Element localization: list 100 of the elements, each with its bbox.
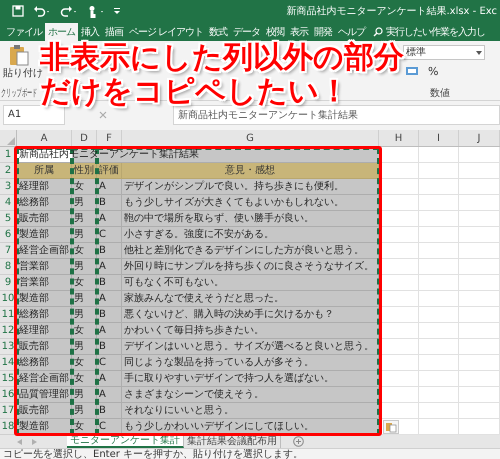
column-header[interactable]: I bbox=[419, 130, 459, 146]
table-cell: さまざまなシーンで使えそう。 bbox=[122, 387, 379, 403]
table-cell: B bbox=[97, 275, 122, 291]
ribbon-tab[interactable]: 表示 bbox=[287, 23, 312, 41]
empty-cell bbox=[419, 355, 459, 371]
table-cell: 経営企画部 bbox=[17, 371, 72, 387]
redo-icon[interactable] bbox=[60, 5, 78, 17]
table-cell: 女 bbox=[72, 355, 97, 371]
name-box[interactable]: A1 bbox=[3, 104, 65, 124]
table-cell: A bbox=[97, 211, 122, 227]
empty-cell bbox=[419, 275, 459, 291]
empty-cell bbox=[419, 195, 459, 211]
undo-icon[interactable] bbox=[33, 5, 51, 17]
ribbon-tab[interactable]: データ bbox=[230, 23, 264, 41]
table-cell: 男 bbox=[72, 307, 97, 323]
percent-button[interactable]: % bbox=[428, 64, 438, 80]
table-cell: 経理部 bbox=[17, 179, 72, 195]
table-cell: 営業部 bbox=[17, 275, 72, 291]
ribbon-tab[interactable]: ページ レイアウト bbox=[126, 23, 206, 41]
paste-icon[interactable] bbox=[8, 44, 30, 66]
status-message: コピー先を選択し、Enter キーを押すか、貼り付けを選択します。 bbox=[3, 450, 304, 459]
ribbon-tab[interactable]: 校閲 bbox=[263, 23, 288, 41]
empty-cell bbox=[459, 371, 500, 387]
empty-cell bbox=[419, 371, 459, 387]
table-cell: それなりにいいと思う。 bbox=[122, 403, 379, 419]
empty-cell bbox=[459, 195, 500, 211]
empty-cell bbox=[419, 259, 459, 275]
empty-cell bbox=[459, 291, 500, 307]
table-cell: 家族みんなで使えそうだと思った。 bbox=[122, 291, 379, 307]
table-cell: A bbox=[97, 259, 122, 275]
table-cell: 経理部 bbox=[17, 323, 72, 339]
empty-cell bbox=[419, 179, 459, 195]
table-cell: 販売部 bbox=[17, 339, 72, 355]
ribbon-tab[interactable]: 開発 bbox=[311, 23, 336, 41]
column-header[interactable]: G bbox=[122, 130, 379, 146]
ribbon-tab[interactable]: 挿入 bbox=[78, 23, 102, 41]
header-cell: 所属 bbox=[17, 163, 72, 179]
table-cell: 女 bbox=[72, 323, 97, 339]
header-cell: 評価 bbox=[97, 163, 122, 179]
table-cell: A bbox=[97, 371, 122, 387]
table-cell: 女 bbox=[72, 275, 97, 291]
empty-cell bbox=[459, 403, 500, 419]
table-cell: 販売部 bbox=[17, 403, 72, 419]
empty-cell bbox=[459, 179, 500, 195]
formula-field[interactable]: 新商品社内モニターアンケート集計結果 bbox=[172, 104, 500, 124]
table-cell: デザインはいいと思う。サイズが選べると良いと思う。 bbox=[122, 339, 379, 355]
empty-cell bbox=[459, 275, 500, 291]
ribbon-tab[interactable]: ファイル bbox=[3, 23, 45, 41]
ribbon-tab[interactable]: 数式 bbox=[206, 23, 230, 41]
column-header[interactable]: J bbox=[459, 130, 500, 146]
ribbon-tab[interactable]: ホーム bbox=[45, 23, 78, 41]
accounting-format-icon[interactable] bbox=[405, 65, 419, 77]
empty-cell bbox=[419, 307, 459, 323]
table-cell: B bbox=[97, 195, 122, 211]
number-format-dropdown[interactable]: 標準 bbox=[403, 45, 485, 60]
header-cell: 性別 bbox=[72, 163, 97, 179]
tell-me-field[interactable]: 実行したい作業を入力し bbox=[386, 24, 486, 40]
empty-cell bbox=[419, 243, 459, 259]
add-sheet-icon[interactable] bbox=[293, 435, 304, 448]
ribbon-tab[interactable]: ヘルプ bbox=[335, 23, 368, 41]
table-cell: B bbox=[97, 339, 122, 355]
column-header[interactable]: F bbox=[97, 130, 122, 146]
table-cell: B bbox=[97, 403, 122, 419]
table-cell: A bbox=[97, 291, 122, 307]
table-cell: 品質管理部 bbox=[17, 387, 72, 403]
table-cell: 販売部 bbox=[17, 211, 72, 227]
empty-cell bbox=[419, 403, 459, 419]
table-cell: B bbox=[97, 307, 122, 323]
save-icon[interactable] bbox=[12, 5, 24, 17]
column-header[interactable]: D bbox=[72, 130, 97, 146]
header-cell: 意見・感想 bbox=[122, 163, 379, 179]
table-cell: 男 bbox=[72, 403, 97, 419]
table-cell: 男 bbox=[72, 211, 97, 227]
table-cell: もう少しサイズが大きくてもよいかもしれない。 bbox=[122, 195, 379, 211]
touch-mode-icon[interactable] bbox=[87, 4, 105, 18]
sheet-tab[interactable]: 集計結果会議配布用 bbox=[184, 435, 281, 448]
empty-cell bbox=[459, 259, 500, 275]
table-cell: C bbox=[97, 355, 122, 371]
table-cell: A bbox=[97, 323, 122, 339]
table-cell: 営業部 bbox=[17, 259, 72, 275]
empty-cell bbox=[419, 163, 459, 179]
paste-options-icon[interactable] bbox=[383, 420, 399, 434]
ribbon-tab[interactable]: 描画 bbox=[102, 23, 126, 41]
table-cell: 他社と差別化できるデザインにした方が良いと思う。 bbox=[122, 243, 379, 259]
customize-toolbar-icon[interactable] bbox=[114, 7, 120, 15]
table-cell: デザインがシンプルで良い。持ち歩きにも便利。 bbox=[122, 179, 379, 195]
search-icon[interactable] bbox=[373, 27, 384, 37]
column-header[interactable]: A bbox=[17, 130, 72, 146]
paste-button-label[interactable]: 貼り付け bbox=[3, 66, 43, 81]
empty-cell bbox=[419, 323, 459, 339]
table-cell: 女 bbox=[72, 179, 97, 195]
empty-cell bbox=[459, 323, 500, 339]
table-cell: 外回り時にサンプルを持ち歩くのに良さそうなサイズ。 bbox=[122, 259, 379, 275]
empty-cell bbox=[419, 291, 459, 307]
table-cell: 男 bbox=[72, 227, 97, 243]
empty-cell bbox=[459, 211, 500, 227]
table-cell: 女 bbox=[72, 371, 97, 387]
empty-cell bbox=[419, 227, 459, 243]
column-header[interactable]: H bbox=[379, 130, 419, 146]
table-cell: 総務部 bbox=[17, 355, 72, 371]
